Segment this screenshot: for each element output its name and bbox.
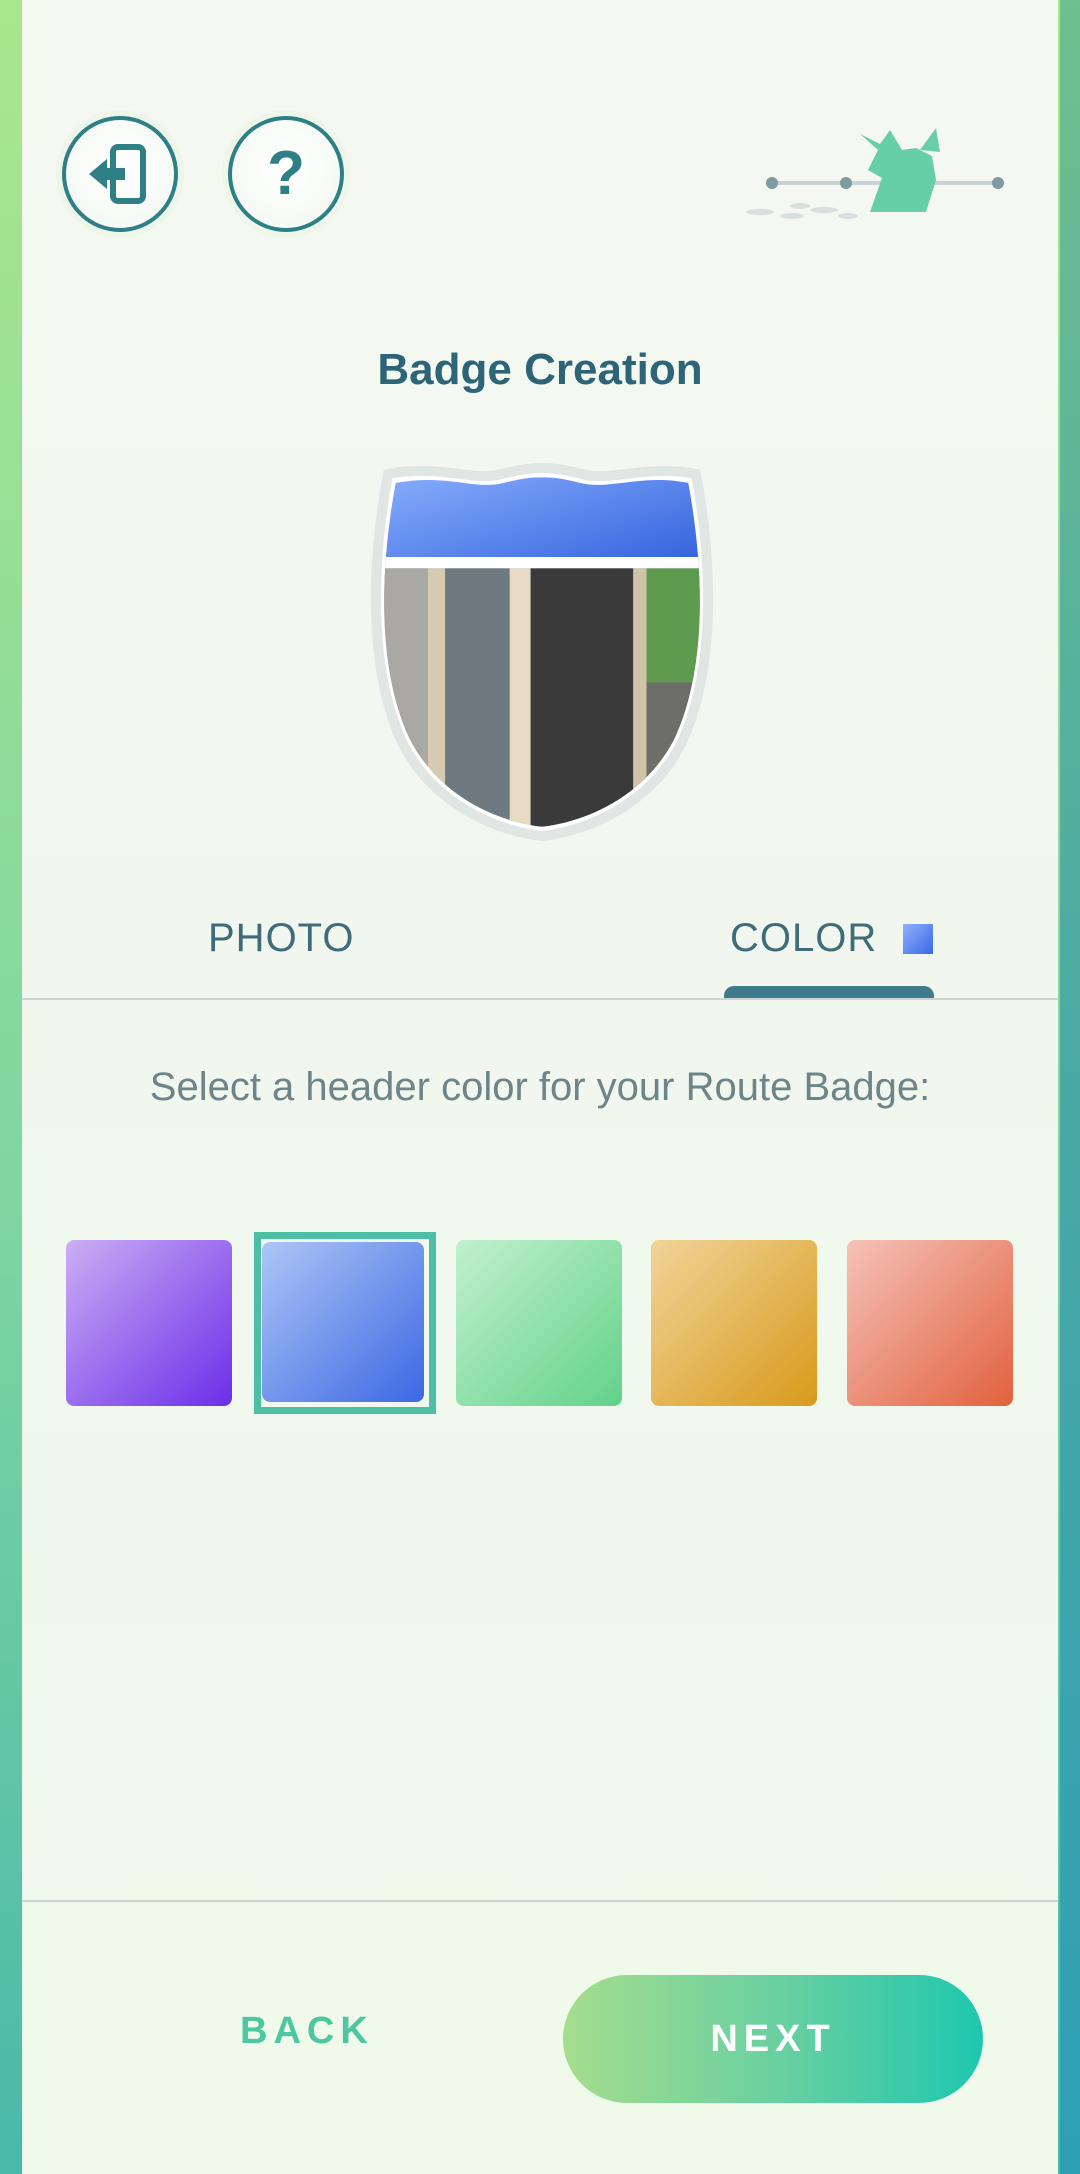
tab-photo-label: PHOTO (208, 916, 355, 960)
tab-color-label: COLOR (730, 916, 878, 960)
tabs-divider (22, 998, 1058, 1000)
active-tab-indicator (724, 986, 934, 998)
tab-color[interactable]: COLOR (730, 916, 934, 961)
color-swatch-purple[interactable] (66, 1240, 232, 1406)
exit-button[interactable] (62, 116, 178, 232)
route-badge-preview (370, 463, 714, 842)
next-button-label: NEXT (710, 2017, 836, 2060)
selected-color-chip-icon (903, 923, 934, 954)
exit-door-icon (89, 144, 146, 204)
question-mark-icon: ? (267, 139, 305, 208)
back-button[interactable]: BACK (240, 2010, 374, 2053)
help-button[interactable]: ? (228, 116, 344, 232)
color-swatch-blue[interactable] (262, 1242, 424, 1402)
color-swatch-green[interactable] (456, 1240, 622, 1406)
pikachu-progress-icon (746, 128, 1004, 219)
color-swatch-gold[interactable] (651, 1240, 817, 1406)
next-button[interactable]: NEXT (563, 1975, 983, 2103)
instruction-text: Select a header color for your Route Bad… (149, 1065, 931, 1109)
page-title: Badge Creation (377, 345, 703, 394)
color-swatch-coral[interactable] (847, 1240, 1013, 1406)
tab-photo[interactable]: PHOTO (208, 916, 355, 961)
footer-divider (22, 1900, 1058, 1902)
